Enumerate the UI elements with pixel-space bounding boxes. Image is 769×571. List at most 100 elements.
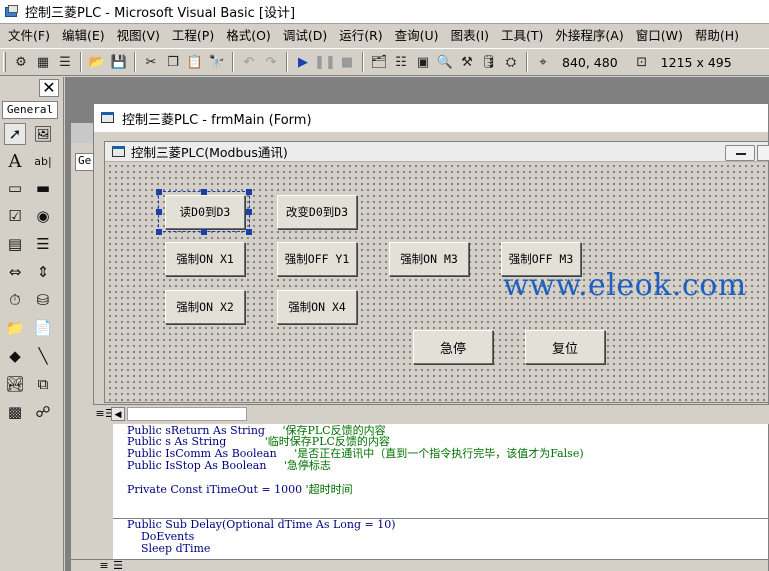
position-readout: 840, 480	[562, 54, 618, 70]
code-line: Private Const iTimeOut = 1000 '超时时间	[127, 483, 353, 496]
hscrollbar-icon[interactable]: ⇔	[4, 261, 26, 283]
code-window-statusbar: ≡ ☰	[71, 559, 768, 571]
resize-handle[interactable]	[156, 209, 162, 215]
frame-icon[interactable]: ▭	[4, 177, 26, 199]
dirlistbox-icon[interactable]: 📁	[4, 317, 26, 339]
menu-format[interactable]: 格式(O)	[220, 26, 277, 46]
checkbox-icon[interactable]: ☑	[4, 205, 26, 227]
cut-icon[interactable]: ✂	[141, 52, 161, 72]
vscrollbar-icon[interactable]: ⇕	[32, 261, 54, 283]
change-d0-d3-button[interactable]: 改变D0到D3	[277, 195, 357, 229]
menu-debug[interactable]: 调试(D)	[277, 26, 333, 46]
resize-handle[interactable]	[246, 209, 252, 215]
break-icon[interactable]: ❚❚	[314, 52, 336, 72]
picturebox-icon[interactable]: 🖼	[32, 123, 54, 145]
ole-icon[interactable]: ▩	[4, 401, 26, 423]
force-off-y1-button[interactable]: 强制OFF Y1	[277, 242, 357, 276]
menu-help[interactable]: 帮助(H)	[689, 26, 745, 46]
data-control-icon[interactable]: ⧉	[32, 373, 54, 395]
menu-file[interactable]: 文件(F)	[2, 26, 56, 46]
listbox-icon[interactable]: ☰	[32, 233, 54, 255]
find-icon[interactable]: 🔭	[207, 52, 227, 72]
label-icon[interactable]: A	[4, 150, 26, 172]
resize-handle[interactable]	[201, 229, 207, 235]
force-on-x1-button[interactable]: 强制ON X1	[165, 242, 245, 276]
menu-bar: 文件(F) 编辑(E) 视图(V) 工程(P) 格式(O) 调试(D) 运行(R…	[0, 25, 769, 47]
selection-outline	[158, 191, 250, 232]
commandbutton-icon[interactable]: ▬	[32, 177, 54, 199]
form-caption-bar: 控制三菱PLC(Modbus通讯)	[105, 142, 769, 162]
object-browser-icon[interactable]: 🔍	[435, 52, 455, 72]
menu-window[interactable]: 窗口(W)	[630, 26, 689, 46]
force-on-x4-button[interactable]: 强制ON X4	[277, 290, 357, 324]
save-project-icon[interactable]: 💾	[109, 52, 129, 72]
redo-icon[interactable]: ↷	[261, 52, 281, 72]
form-caption-icon	[111, 145, 127, 159]
menu-project[interactable]: 工程(P)	[166, 26, 220, 46]
form-layout-icon[interactable]: ▣	[413, 52, 433, 72]
optionbutton-icon[interactable]: ◉	[32, 205, 54, 227]
full-module-view-icon[interactable]: ☰	[111, 559, 125, 571]
maximize-button[interactable]	[757, 145, 769, 161]
title-bar: 控制三菱PLC - Microsoft Visual Basic [设计]	[0, 0, 769, 24]
form-window-icon	[100, 111, 116, 125]
scroll-left-arrow-icon[interactable]: ◀	[111, 407, 125, 421]
image-icon[interactable]: 🏞	[4, 373, 26, 395]
copy-icon[interactable]: ❐	[163, 52, 183, 72]
data-view-icon[interactable]: 🛢	[479, 52, 499, 72]
form-designer-title: 控制三菱PLC - frmMain (Form)	[122, 112, 312, 128]
emergency-stop-button[interactable]: 急停	[413, 330, 493, 364]
filelistbox-icon[interactable]: 📄	[32, 317, 54, 339]
add-project-icon[interactable]: ⚙	[11, 52, 31, 72]
properties-window-icon[interactable]: ☷	[391, 52, 411, 72]
toolbox-close-icon[interactable]: ✕	[39, 79, 59, 97]
resize-handle[interactable]	[156, 229, 162, 235]
scroll-track[interactable]	[127, 407, 247, 421]
toolbox-panel: ✕ General ➚ 🖼 A ab| ▭ ▬ ☑ ◉ ▤ ☰ ⇔ ⇕ ⏱ ⛁ …	[0, 77, 64, 571]
menu-tools[interactable]: 工具(T)	[495, 26, 549, 46]
reset-button[interactable]: 复位	[525, 330, 605, 364]
toolbar-grip[interactable]	[3, 52, 6, 72]
resize-handle[interactable]	[201, 189, 207, 195]
line-icon[interactable]: ╲	[32, 345, 54, 367]
paste-icon[interactable]: 📋	[185, 52, 205, 72]
textbox-icon[interactable]: ab|	[32, 150, 54, 172]
force-on-m3-button[interactable]: 强制ON M3	[389, 242, 469, 276]
menu-run[interactable]: 运行(R)	[333, 26, 388, 46]
drivelistbox-icon[interactable]: ⛁	[32, 289, 54, 311]
component-manager-icon[interactable]: ⛭	[501, 52, 521, 72]
menu-query[interactable]: 查询(U)	[389, 26, 445, 46]
timer-icon[interactable]: ⏱	[4, 289, 26, 311]
open-project-icon[interactable]: 📂	[87, 52, 107, 72]
undo-icon[interactable]: ↶	[239, 52, 259, 72]
toolbox-icon[interactable]: ⚒	[457, 52, 477, 72]
form-designer-titlebar[interactable]: 控制三菱PLC - frmMain (Form)	[94, 104, 768, 132]
resize-handle[interactable]	[246, 229, 252, 235]
code-editor[interactable]: Public sReturn As String '保存PLC反馈的内容 Pub…	[113, 423, 768, 559]
project-explorer-icon[interactable]: 🗂	[369, 52, 389, 72]
menu-view[interactable]: 视图(V)	[111, 26, 166, 46]
custom-control-icon[interactable]: ☍	[32, 401, 54, 423]
form-caption: 控制三菱PLC(Modbus通讯)	[131, 145, 288, 160]
size-icon: ⊡	[636, 54, 648, 70]
menu-diagram[interactable]: 图表(I)	[445, 26, 495, 46]
code-line: Sleep dTime	[127, 542, 211, 555]
combobox-icon[interactable]: ▤	[4, 233, 26, 255]
end-icon[interactable]: ■	[337, 52, 357, 72]
procedure-view-icon[interactable]: ≡	[97, 559, 111, 571]
start-icon[interactable]: ▶	[293, 52, 313, 72]
pointer-icon[interactable]: ➚	[4, 123, 26, 145]
code-line: Public IsStop As Boolean '急停标志	[127, 459, 331, 472]
menu-edit[interactable]: 编辑(E)	[56, 26, 111, 46]
force-on-x2-button[interactable]: 强制ON X2	[165, 290, 245, 324]
minimize-button[interactable]	[725, 145, 755, 161]
shape-icon[interactable]: ◆	[4, 345, 26, 367]
window-title: 控制三菱PLC - Microsoft Visual Basic [设计]	[25, 6, 296, 21]
add-form-icon[interactable]: ▦	[33, 52, 53, 72]
menu-editor-icon[interactable]: ☰	[55, 52, 75, 72]
resize-handle[interactable]	[156, 189, 162, 195]
toolbox-tab-general[interactable]: General	[2, 101, 58, 119]
vb-app-icon	[4, 4, 20, 20]
resize-handle[interactable]	[246, 189, 252, 195]
menu-addins[interactable]: 外接程序(A)	[549, 26, 629, 46]
